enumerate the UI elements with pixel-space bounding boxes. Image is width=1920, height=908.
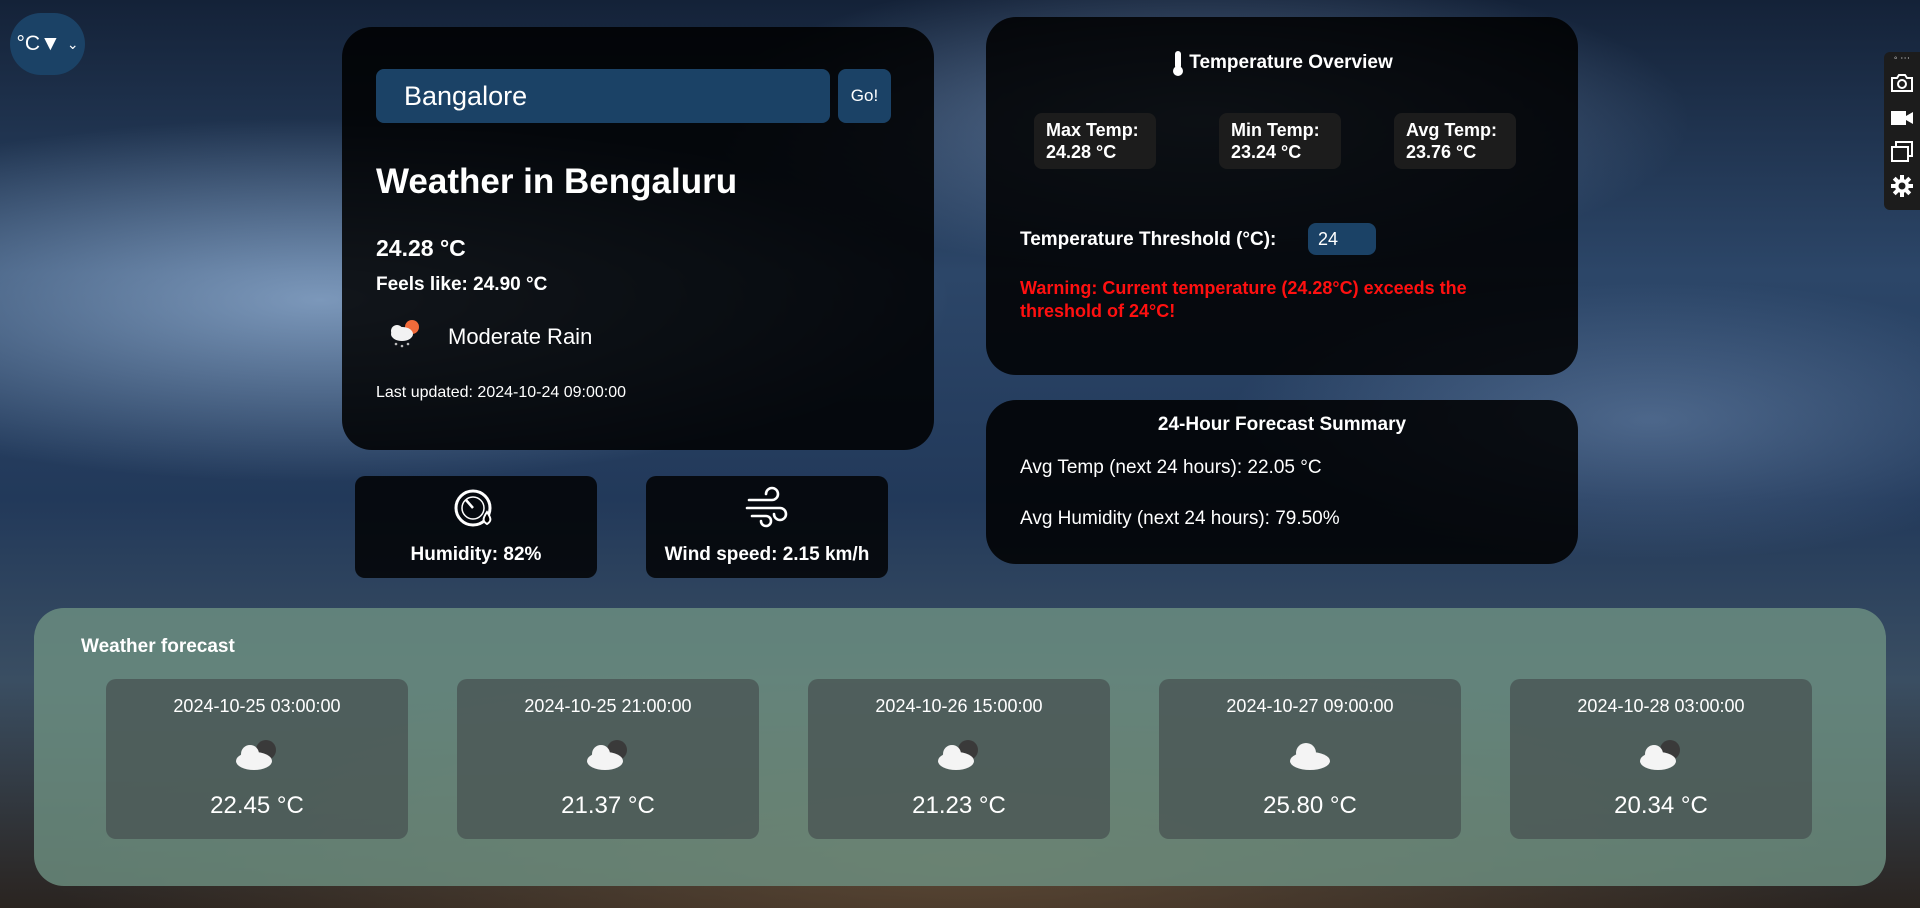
cloud-night-icon — [938, 740, 978, 770]
summary-avg-humidity: Avg Humidity (next 24 hours): 79.50% — [1020, 508, 1340, 529]
last-updated: Last updated: 2024-10-24 09:00:00 — [376, 384, 626, 401]
settings-icon[interactable] — [1890, 174, 1914, 198]
forecast-card: 2024-10-27 09:00:00 25.80 °C — [1159, 679, 1461, 839]
forecast-date: 2024-10-25 03:00:00 — [173, 696, 341, 716]
camera-icon[interactable] — [1890, 72, 1914, 94]
forecast-temp: 22.45 °C — [210, 792, 304, 819]
unit-select-value: °C▼ — [16, 32, 61, 55]
max-temp-value: 24.28 °C — [1046, 142, 1117, 162]
wind-label: Wind speed: 2.15 km/h — [664, 544, 870, 565]
forecast-card: 2024-10-25 03:00:00 22.45 °C — [106, 679, 408, 839]
video-icon[interactable] — [1890, 107, 1914, 129]
summary-avg-temp: Avg Temp (next 24 hours): 22.05 °C — [1020, 457, 1322, 478]
forecast-card: 2024-10-26 15:00:00 21.23 °C — [808, 679, 1110, 839]
humidity-label: Humidity: 82% — [410, 544, 542, 565]
humidity-gauge-icon — [454, 489, 492, 527]
city-search-input[interactable]: Bangalore — [376, 69, 830, 123]
forecast-date: 2024-10-25 21:00:00 — [524, 696, 692, 716]
thermometer-icon — [1173, 51, 1184, 76]
wind-card: Wind speed: 2.15 km/h — [646, 476, 888, 578]
chevron-down-icon: ⌄ — [66, 35, 79, 52]
city-title: Weather in Bengaluru — [376, 162, 738, 201]
wind-icon — [745, 486, 788, 528]
forecast-date: 2024-10-27 09:00:00 — [1226, 696, 1394, 716]
avg-temp-box: Avg Temp: 23.76 °C — [1394, 113, 1516, 169]
avg-temp-value: 23.76 °C — [1406, 142, 1477, 162]
rain-cloud-sun-icon — [391, 320, 419, 348]
forecast-card: 2024-10-25 21:00:00 21.37 °C — [457, 679, 759, 839]
humidity-card: Humidity: 82% — [355, 476, 597, 578]
forecast-temp: 21.37 °C — [561, 792, 655, 819]
capture-toolbar: ◦ ⋯ — [1884, 52, 1920, 210]
max-temp-label: Max Temp: — [1046, 120, 1139, 140]
forecast-title: Weather forecast — [81, 636, 235, 657]
windows-icon[interactable] — [1890, 140, 1914, 164]
summary-title: 24-Hour Forecast Summary — [1157, 414, 1407, 435]
avg-temp-label: Avg Temp: — [1406, 120, 1498, 140]
overview-title: Temperature Overview — [986, 49, 1578, 77]
cloud-night-icon — [1640, 740, 1680, 770]
cloud-night-icon — [236, 740, 276, 770]
threshold-label: Temperature Threshold (°C): — [1020, 229, 1277, 250]
feels-like: Feels like: 24.90 °C — [376, 274, 548, 295]
forecast-temp: 20.34 °C — [1614, 792, 1708, 819]
forecast-summary-card: 24-Hour Forecast Summary Avg Temp (next … — [986, 400, 1578, 564]
forecast-date: 2024-10-26 15:00:00 — [875, 696, 1043, 716]
forecast-card: 2024-10-28 03:00:00 20.34 °C — [1510, 679, 1812, 839]
unit-select[interactable]: °C▼ ⌄ — [10, 13, 85, 75]
min-temp-value: 23.24 °C — [1231, 142, 1302, 162]
forecast-temp: 21.23 °C — [912, 792, 1006, 819]
condition-text: Moderate Rain — [448, 324, 593, 349]
threshold-warning: Warning: Current temperature (24.28°C) e… — [1020, 278, 1467, 321]
max-temp-box: Max Temp: 24.28 °C — [1034, 113, 1156, 169]
toolbar-handle-icon[interactable]: ◦ ⋯ — [1884, 53, 1920, 64]
current-weather-card: Bangalore Go! Weather in Bengaluru 24.28… — [342, 27, 934, 450]
temperature-overview-card: Temperature Overview Max Temp: 24.28 °C … — [986, 17, 1578, 375]
cloud-night-icon — [587, 740, 627, 770]
current-temperature: 24.28 °C — [376, 235, 466, 261]
threshold-input[interactable]: 24 — [1308, 223, 1376, 255]
forecast-date: 2024-10-28 03:00:00 — [1577, 696, 1745, 716]
min-temp-box: Min Temp: 23.24 °C — [1219, 113, 1341, 169]
min-temp-label: Min Temp: — [1231, 120, 1320, 140]
forecast-temp: 25.80 °C — [1263, 792, 1357, 819]
cloud-icon — [1290, 743, 1330, 770]
go-button[interactable]: Go! — [838, 69, 891, 123]
overview-title-text: Temperature Overview — [1189, 52, 1393, 74]
forecast-panel: Weather forecast 2024-10-25 03:00:00 22.… — [34, 608, 1886, 886]
